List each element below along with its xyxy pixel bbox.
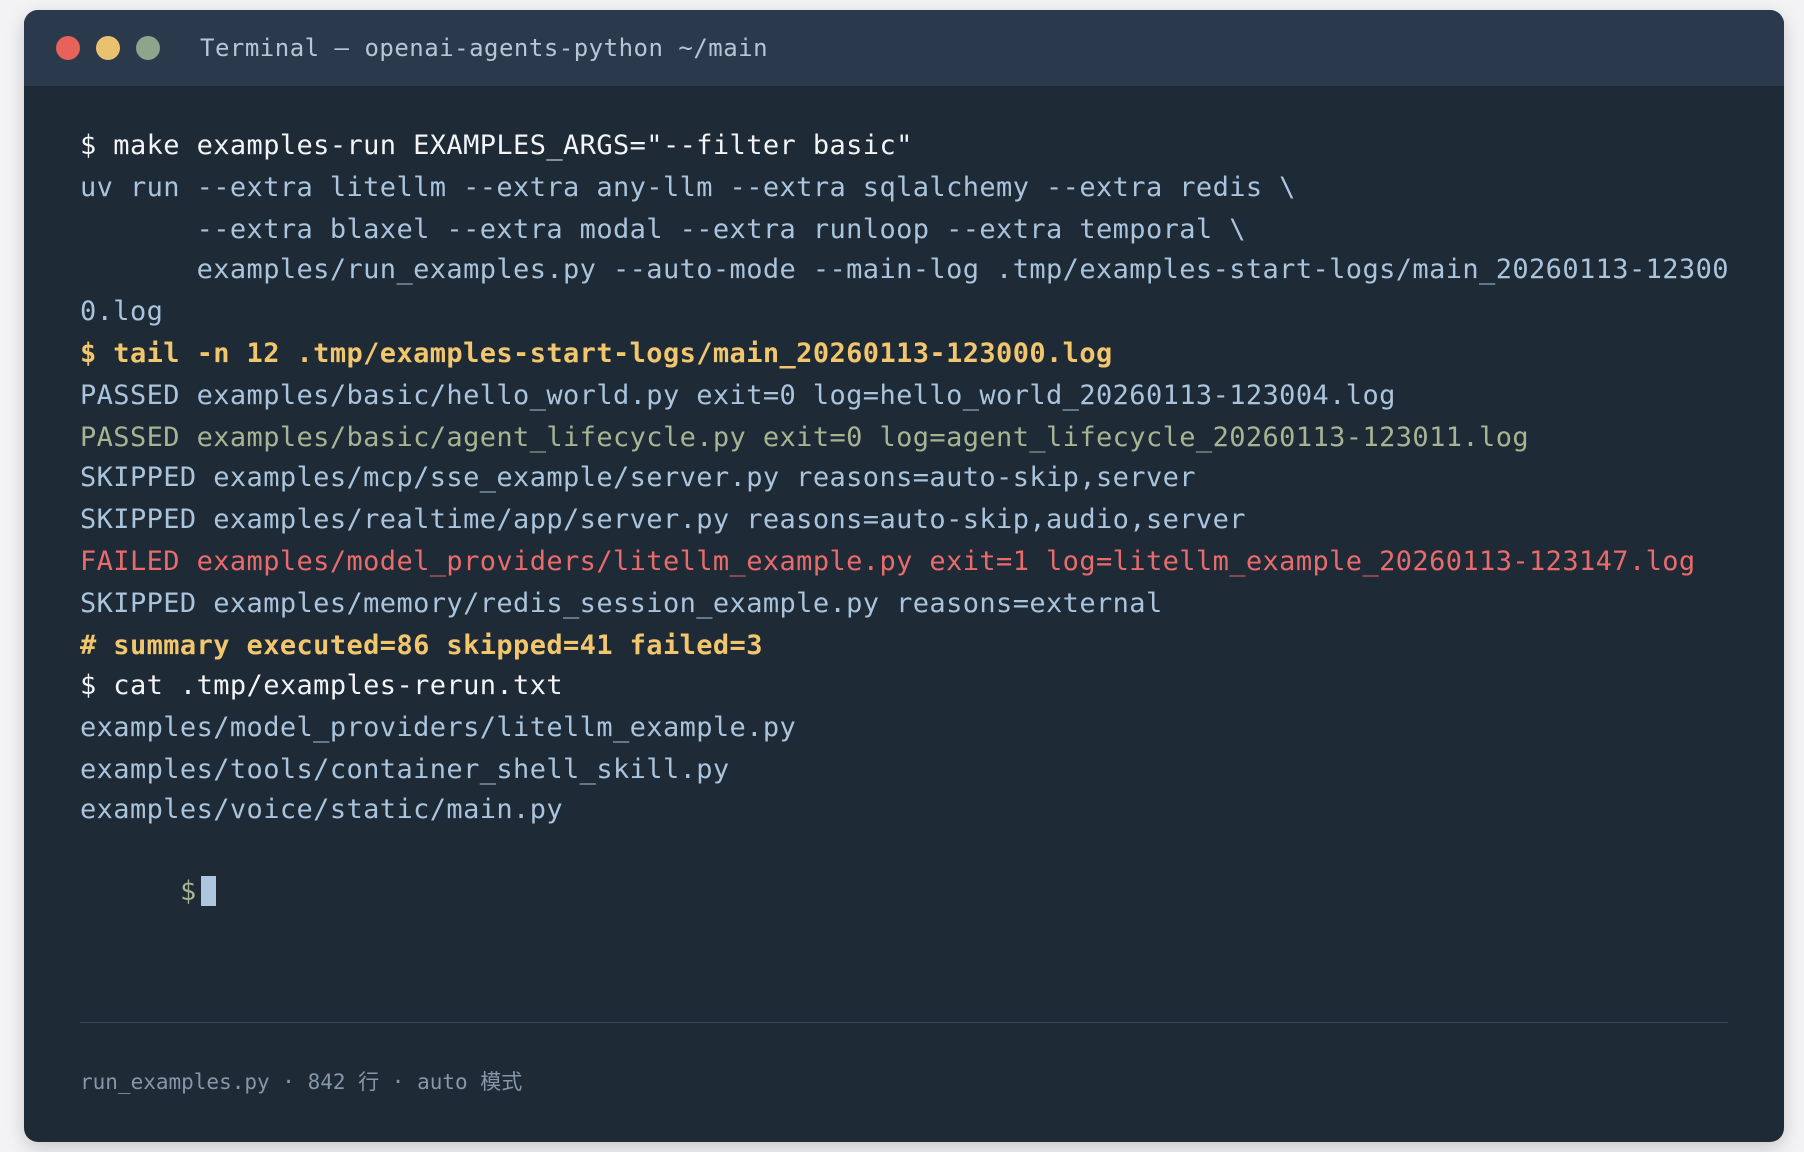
terminal-window: Terminal — openai-agents-python ~/main $… <box>24 10 1784 1142</box>
terminal-line: PASSED examples/basic/agent_lifecycle.py… <box>80 422 1530 453</box>
window-title: Terminal — openai-agents-python ~/main <box>200 34 769 62</box>
terminal-line: FAILED examples/model_providers/litellm_… <box>80 546 1696 577</box>
prompt-symbol: $ <box>179 876 197 907</box>
terminal-line: --extra blaxel --extra modal --extra run… <box>80 214 1246 245</box>
text-cursor <box>200 875 216 906</box>
terminal-line: SKIPPED examples/memory/redis_session_ex… <box>80 588 1163 619</box>
terminal-line: examples/run_examples.py --auto-mode --m… <box>80 254 1729 285</box>
title-bar: Terminal — openai-agents-python ~/main <box>24 10 1784 86</box>
terminal-line: $ cat .tmp/examples-rerun.txt <box>80 670 564 701</box>
terminal-line: uv run --extra litellm --extra any-llm -… <box>80 172 1296 203</box>
maximize-window-button[interactable] <box>136 36 160 60</box>
terminal-line: examples/voice/static/main.py <box>80 794 564 825</box>
terminal-line: SKIPPED examples/realtime/app/server.py … <box>80 504 1246 535</box>
close-window-button[interactable] <box>56 36 80 60</box>
terminal-line: $ make examples-run EXAMPLES_ARGS="--fil… <box>80 130 913 161</box>
terminal-line: PASSED examples/basic/hello_world.py exi… <box>80 380 1396 411</box>
terminal-line: SKIPPED examples/mcp/sse_example/server.… <box>80 462 1196 493</box>
minimize-window-button[interactable] <box>96 36 120 60</box>
status-bar: run_examples.py · 842 行 · auto 模式 <box>80 1070 523 1094</box>
terminal-line: $ tail -n 12 .tmp/examples-start-logs/ma… <box>80 338 1113 369</box>
terminal-line: 0.log <box>80 296 164 327</box>
terminal-prompt-line[interactable]: $ <box>80 832 216 907</box>
divider <box>80 1022 1728 1023</box>
terminal-line: examples/tools/container_shell_skill.py <box>80 754 730 785</box>
terminal-line: # summary executed=86 skipped=41 failed=… <box>80 630 763 661</box>
terminal-line: examples/model_providers/litellm_example… <box>80 712 797 743</box>
